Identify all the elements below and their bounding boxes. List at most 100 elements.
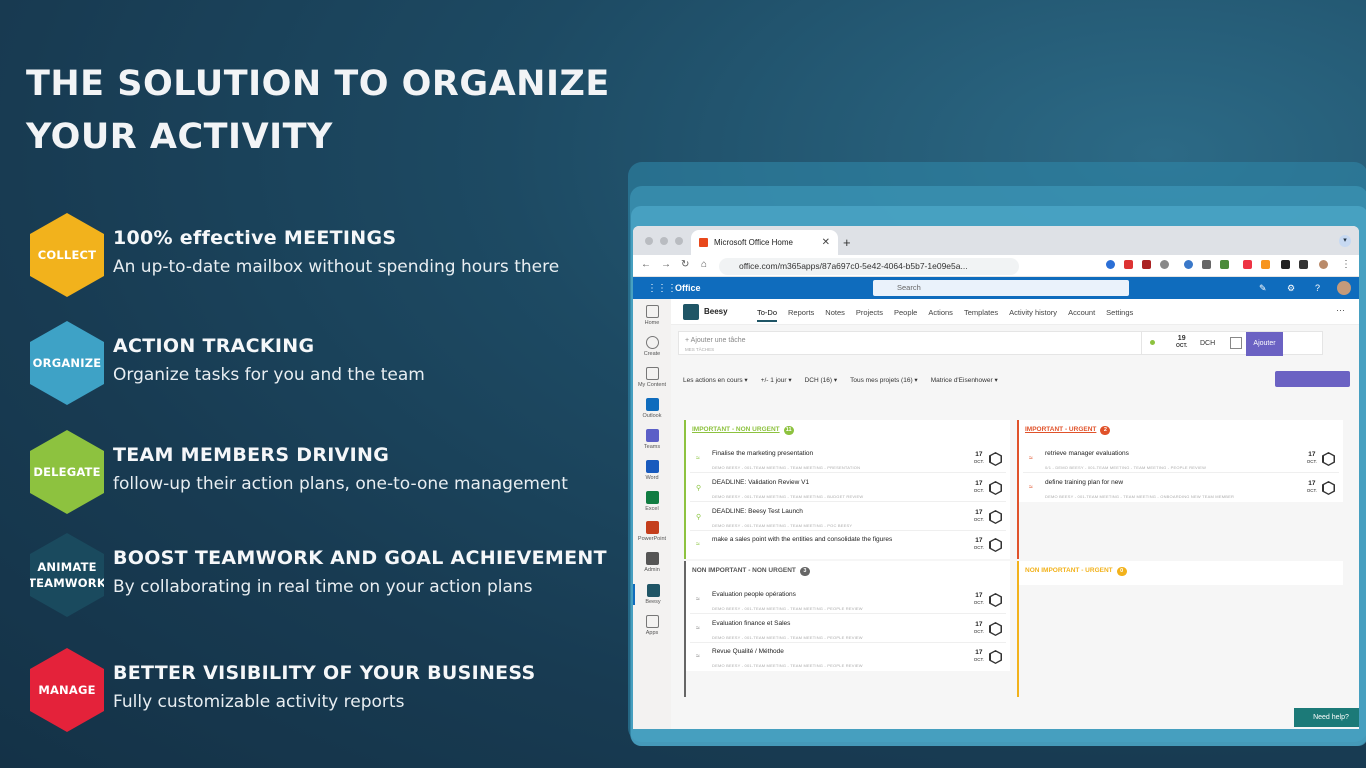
- more-icon[interactable]: ⋯: [1336, 305, 1345, 316]
- count-badge: 11: [783, 426, 794, 435]
- rail-outlook[interactable]: Outlook: [633, 398, 671, 419]
- task-status-hex-icon[interactable]: [1322, 481, 1335, 495]
- count-badge: 0: [1116, 567, 1127, 576]
- tab-to-do[interactable]: To-Do: [757, 308, 778, 322]
- admin-icon: [645, 552, 659, 565]
- status-dot-icon[interactable]: [1150, 340, 1155, 345]
- rail-label: PowerPoint: [637, 536, 667, 542]
- task-status-hex-icon[interactable]: [989, 593, 1002, 607]
- rail-powerpoint[interactable]: PowerPoint: [633, 521, 671, 542]
- task-day: 17: [1308, 480, 1316, 487]
- rail-excel[interactable]: Excel: [633, 491, 671, 512]
- menu-icon[interactable]: ⋮: [1341, 259, 1351, 270]
- close-tab-icon[interactable]: ✕: [822, 237, 830, 248]
- task-status-hex-icon[interactable]: [989, 622, 1002, 636]
- forward-icon[interactable]: →: [661, 259, 671, 270]
- sidebar-icon[interactable]: [1299, 260, 1308, 269]
- collect-hex-label: COLLECT: [37, 248, 97, 262]
- filter-owner[interactable]: DCH (16) ▾: [805, 376, 838, 384]
- task-item[interactable]: ≈ retrieve manager evaluations 0/1 - DEMO …: [1023, 446, 1339, 473]
- task-title: DEADLINE: Validation Review V1: [712, 479, 810, 486]
- task-day: 17: [975, 537, 983, 544]
- profile-avatar[interactable]: [1319, 260, 1328, 269]
- folder-icon: [645, 367, 659, 380]
- task-item[interactable]: ≈ make a sales point with the entities an…: [690, 532, 1006, 559]
- add-task-input[interactable]: + Ajouter une tâche MES TÂCHES: [678, 331, 1143, 355]
- tab-activity-history[interactable]: Activity history: [1009, 308, 1057, 322]
- rail-teams[interactable]: Teams: [633, 429, 671, 450]
- browser-tab[interactable]: Microsoft Office Home ✕: [691, 230, 838, 255]
- rail-word[interactable]: Word: [633, 460, 671, 481]
- task-status-hex-icon[interactable]: [989, 452, 1002, 466]
- task-month: OCT.: [973, 657, 984, 662]
- feedback-icon[interactable]: ✎: [1259, 283, 1267, 294]
- task-item[interactable]: ⚲ DEADLINE: Beesy Test Launch DEMO BEESY -…: [690, 504, 1006, 531]
- new-tab-icon[interactable]: +: [843, 235, 851, 250]
- extension-icon[interactable]: [1202, 260, 1211, 269]
- extension-icon[interactable]: [1160, 260, 1169, 269]
- rail-create[interactable]: Create: [633, 336, 671, 357]
- tab-people[interactable]: People: [894, 308, 917, 322]
- view-toggle-group[interactable]: [1275, 371, 1350, 387]
- tab-projects[interactable]: Projects: [856, 308, 883, 322]
- filter-status[interactable]: Les actions en cours ▾: [683, 376, 748, 384]
- extension-icon[interactable]: [1106, 260, 1115, 269]
- task-item[interactable]: ≈ Finalise the marketing presentation DEMO…: [690, 446, 1006, 473]
- tab-account[interactable]: Account: [1068, 308, 1095, 322]
- filter-projects[interactable]: Tous mes projets (16) ▾: [850, 376, 918, 384]
- window-controls[interactable]: [645, 237, 683, 245]
- date-picker[interactable]: 19 OCT.: [1176, 335, 1187, 350]
- help-icon[interactable]: ?: [1315, 283, 1320, 293]
- office-search-input[interactable]: Search: [873, 280, 1129, 296]
- feature-title: BOOST TEAMWORK AND GOAL ACHIEVEMENT: [113, 547, 607, 569]
- filter-view[interactable]: Matrice d'Eisenhower ▾: [931, 376, 998, 384]
- quadrant-divider: [684, 671, 686, 697]
- beesy-logo[interactable]: [683, 304, 699, 320]
- extension-icon[interactable]: [1142, 260, 1151, 269]
- task-status-hex-icon[interactable]: [1322, 452, 1335, 466]
- calendar-icon[interactable]: [1230, 337, 1242, 349]
- extension-icon[interactable]: [1243, 260, 1252, 269]
- owner-selector[interactable]: DCH: [1200, 340, 1215, 347]
- task-item[interactable]: ≈ define training plan for new DEMO BEESY …: [1023, 475, 1339, 502]
- url-input[interactable]: office.com/m365apps/87a697c0-5e42-4064-b…: [719, 258, 1019, 275]
- app-launcher-icon[interactable]: ⋮⋮⋮: [647, 283, 677, 294]
- rail-my-content[interactable]: My Content: [633, 367, 671, 388]
- filter-range[interactable]: +/- 1 jour ▾: [761, 376, 792, 384]
- task-item[interactable]: ⚲ DEADLINE: Validation Review V1 DEMO BEES…: [690, 475, 1006, 502]
- tab-templates[interactable]: Templates: [964, 308, 998, 322]
- beesy-icon: [646, 584, 660, 597]
- home-icon[interactable]: ⌂: [701, 259, 707, 270]
- tab-notes[interactable]: Notes: [825, 308, 845, 322]
- office-label[interactable]: Office: [675, 283, 701, 293]
- rail-apps[interactable]: Apps: [633, 615, 671, 636]
- user-avatar[interactable]: [1337, 281, 1351, 295]
- need-help-button[interactable]: Need help?: [1294, 708, 1359, 727]
- tab-reports[interactable]: Reports: [788, 308, 814, 322]
- collect-hex-badge: COLLECT: [30, 213, 104, 297]
- reload-icon[interactable]: ↻: [681, 259, 689, 270]
- task-status-hex-icon[interactable]: [989, 481, 1002, 495]
- rail-admin[interactable]: Admin: [633, 552, 671, 573]
- task-item[interactable]: ≈ Evaluation finance et Sales DEMO BEESY -…: [690, 616, 1006, 643]
- extension-icon[interactable]: [1261, 260, 1270, 269]
- rail-beesy[interactable]: Beesy: [633, 584, 671, 605]
- task-status-hex-icon[interactable]: [989, 510, 1002, 524]
- back-icon[interactable]: ←: [641, 259, 651, 270]
- chevron-down-icon[interactable]: ▾: [1339, 235, 1351, 247]
- extension-icon[interactable]: [1124, 260, 1133, 269]
- task-day: 17: [1308, 451, 1316, 458]
- add-button[interactable]: Ajouter: [1246, 332, 1283, 356]
- tab-actions[interactable]: Actions: [928, 308, 953, 322]
- rail-home[interactable]: Home: [633, 305, 671, 326]
- task-item[interactable]: ≈ Evaluation people opérations DEMO BEESY …: [690, 587, 1006, 614]
- extension-icon[interactable]: [1184, 260, 1193, 269]
- extension-icon[interactable]: [1220, 260, 1229, 269]
- task-status-hex-icon[interactable]: [989, 538, 1002, 552]
- tab-settings[interactable]: Settings: [1106, 308, 1133, 322]
- organize-hex-label: ORGANIZE: [32, 356, 102, 370]
- task-item[interactable]: ≈ Revue Qualité / Méthode DEMO BEESY - 001…: [690, 644, 1006, 671]
- puzzle-icon[interactable]: [1281, 260, 1290, 269]
- gear-icon[interactable]: ⚙: [1287, 283, 1295, 294]
- task-status-hex-icon[interactable]: [989, 650, 1002, 664]
